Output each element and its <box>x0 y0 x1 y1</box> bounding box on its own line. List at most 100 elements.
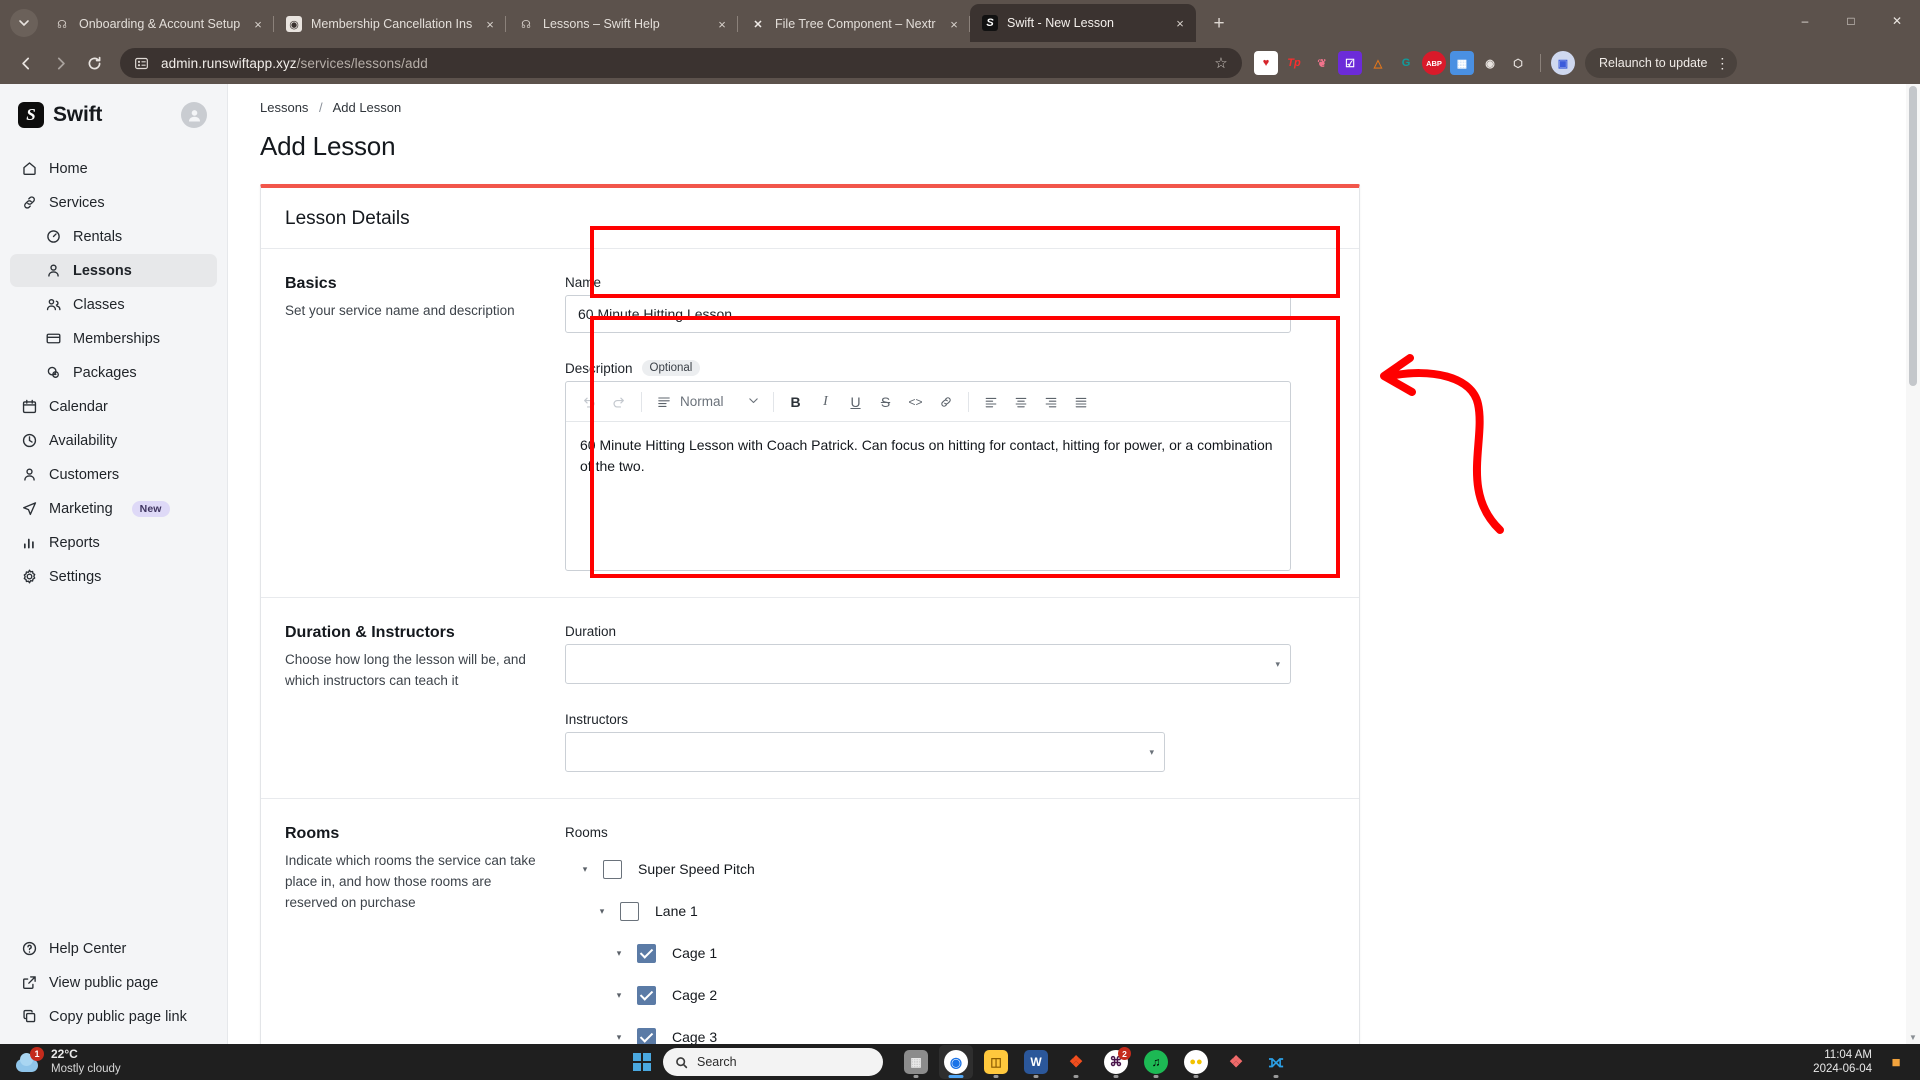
microsoft-office-pre-icon[interactable]: ■ <box>1884 1050 1908 1074</box>
link-icon[interactable] <box>931 387 961 417</box>
rooms-tree-item[interactable]: ▾ Cage 1 <box>565 932 1335 974</box>
browser-tab[interactable]: ☊ Onboarding & Account Setup - × <box>42 6 274 42</box>
page-scrollbar[interactable]: ▲ ▼ <box>1906 84 1920 1044</box>
paragraph-style-dropdown[interactable]: Normal <box>649 387 766 417</box>
sidebar-item-memberships[interactable]: Memberships <box>10 322 217 355</box>
user-avatar-icon[interactable] <box>181 102 207 128</box>
browser-tab[interactable]: ◉ Membership Cancellation Instr × <box>274 6 506 42</box>
extension-honey-icon[interactable]: ♥ <box>1254 51 1278 75</box>
extension-metamask-icon[interactable]: △ <box>1366 51 1390 75</box>
sidebar-item-copy-public-page-link[interactable]: Copy public page link <box>10 1000 217 1033</box>
close-icon[interactable]: × <box>942 12 966 36</box>
close-icon[interactable]: × <box>710 12 734 36</box>
align-justify-icon[interactable] <box>1066 387 1096 417</box>
spotify-icon[interactable]: ♫ <box>1139 1045 1173 1079</box>
description-editor-body[interactable]: 60 Minute Hitting Lesson with Coach Patr… <box>566 422 1290 570</box>
chevron-down-icon[interactable]: ▾ <box>1275 659 1280 670</box>
extension-purple-icon[interactable]: ☑ <box>1338 51 1362 75</box>
tab-search-icon[interactable] <box>10 9 38 37</box>
rooms-tree-item[interactable]: ▾ Cage 3 <box>565 1016 1335 1044</box>
start-button[interactable] <box>627 1047 657 1077</box>
taskbar-search[interactable]: Search <box>663 1048 883 1076</box>
forward-icon[interactable] <box>44 47 76 79</box>
breadcrumb-parent[interactable]: Lessons <box>260 100 308 115</box>
figma-icon[interactable]: ❖ <box>1059 1045 1093 1079</box>
code-icon[interactable]: <> <box>901 387 931 417</box>
file-explorer-icon[interactable]: ◫ <box>979 1045 1013 1079</box>
extension-teleparty-icon[interactable]: Tp <box>1282 51 1306 75</box>
duration-select[interactable]: ▾ <box>565 644 1291 684</box>
back-icon[interactable] <box>10 47 42 79</box>
minimize-button[interactable]: – <box>1782 0 1828 42</box>
extension-google-icon[interactable]: G <box>1394 51 1418 75</box>
asana-icon[interactable]: ❖ <box>1219 1045 1253 1079</box>
chevron-down-icon[interactable]: ▾ <box>590 906 614 917</box>
scrollbar-thumb[interactable] <box>1909 86 1917 386</box>
rooms-tree-item[interactable]: ▾ Cage 2 <box>565 974 1335 1016</box>
new-tab-button[interactable]: + <box>1204 8 1234 38</box>
sidebar-item-settings[interactable]: Settings <box>10 560 217 593</box>
sidebar-item-services[interactable]: Services <box>10 186 217 219</box>
sidebar-item-lessons[interactable]: Lessons <box>10 254 217 287</box>
close-icon[interactable]: × <box>478 12 502 36</box>
rooms-checkbox[interactable] <box>637 943 656 963</box>
address-bar[interactable]: admin.runswiftapp.xyz/services/lessons/a… <box>120 48 1242 78</box>
rooms-checkbox[interactable] <box>637 985 656 1005</box>
sidebar-item-rentals[interactable]: Rentals <box>10 220 217 253</box>
extension-blue-square-icon[interactable]: ▦ <box>1450 51 1474 75</box>
chevron-down-icon[interactable]: ▾ <box>607 990 631 1001</box>
italic-icon[interactable]: I <box>811 387 841 417</box>
sidebar-item-packages[interactable]: Packages <box>10 356 217 389</box>
sidebar-item-marketing[interactable]: Marketing New <box>10 492 217 525</box>
sidebar-item-classes[interactable]: Classes <box>10 288 217 321</box>
redo-icon[interactable] <box>604 387 634 417</box>
site-settings-icon[interactable] <box>134 55 151 72</box>
browser-tab-active[interactable]: S Swift - New Lesson × <box>970 4 1196 42</box>
reload-icon[interactable] <box>78 47 110 79</box>
chrome-menu-icon[interactable]: ⋮ <box>1715 56 1729 70</box>
microsoft-word-icon[interactable]: W <box>1019 1045 1053 1079</box>
underline-icon[interactable]: U <box>841 387 871 417</box>
task-view-icon[interactable]: ▦ <box>899 1045 933 1079</box>
sidebar-item-availability[interactable]: Availability <box>10 424 217 457</box>
sidebar-item-help-center[interactable]: Help Center <box>10 932 217 965</box>
chevron-down-icon[interactable]: ▾ <box>607 948 631 959</box>
strikethrough-icon[interactable]: S <box>871 387 901 417</box>
sidebar-item-home[interactable]: Home <box>10 152 217 185</box>
extension-pink-icon[interactable]: ❦ <box>1310 51 1334 75</box>
sidebar-item-calendar[interactable]: Calendar <box>10 390 217 423</box>
weather-widget[interactable]: 1 22°C Mostly cloudy <box>0 1047 121 1076</box>
rooms-tree-item[interactable]: ▾ Lane 1 <box>565 890 1335 932</box>
close-icon[interactable]: × <box>1168 11 1192 35</box>
chevron-down-icon[interactable] <box>747 394 760 410</box>
sidebar-item-reports[interactable]: Reports <box>10 526 217 559</box>
visual-studio-code-icon[interactable]: ⟗ <box>1259 1045 1293 1079</box>
bookmark-star-icon[interactable]: ☆ <box>1210 52 1232 74</box>
rooms-checkbox[interactable] <box>620 901 639 921</box>
chevron-down-icon[interactable]: ▾ <box>1149 747 1154 758</box>
chevron-down-icon[interactable]: ▾ <box>573 864 597 875</box>
undo-icon[interactable] <box>574 387 604 417</box>
maximize-button[interactable]: □ <box>1828 0 1874 42</box>
sidebar-item-customers[interactable]: Customers <box>10 458 217 491</box>
close-icon[interactable]: × <box>246 12 270 36</box>
bold-icon[interactable]: B <box>781 387 811 417</box>
description-rich-text-editor[interactable]: Normal B I U S <> 60 Minute Hitting Less… <box>565 381 1291 571</box>
align-center-icon[interactable] <box>1006 387 1036 417</box>
browser-tab[interactable]: ☊ Lessons – Swift Help × <box>506 6 738 42</box>
sidebar-item-view-public-page[interactable]: View public page <box>10 966 217 999</box>
monday-icon[interactable]: ●● <box>1179 1045 1213 1079</box>
extension-puzzle-icon[interactable]: ⬡ <box>1506 51 1530 75</box>
rooms-checkbox[interactable] <box>603 859 622 879</box>
align-right-icon[interactable] <box>1036 387 1066 417</box>
scroll-down-icon[interactable]: ▼ <box>1906 1030 1920 1044</box>
extension-one-password-icon[interactable]: ◉ <box>1478 51 1502 75</box>
rooms-tree-item[interactable]: ▾ Super Speed Pitch <box>565 848 1335 890</box>
extension-adblock-plus-icon[interactable]: ABP <box>1422 51 1446 75</box>
align-left-icon[interactable] <box>976 387 1006 417</box>
google-chrome-icon[interactable]: ◉ <box>939 1045 973 1079</box>
close-window-button[interactable]: ✕ <box>1874 0 1920 42</box>
instructors-select[interactable]: ▾ <box>565 732 1165 772</box>
slack-icon[interactable]: ⌘ 2 <box>1099 1045 1133 1079</box>
rooms-checkbox[interactable] <box>637 1027 656 1044</box>
